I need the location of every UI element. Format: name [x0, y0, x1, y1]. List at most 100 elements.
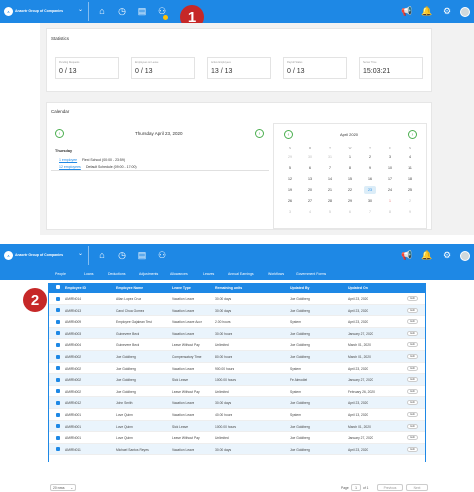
calendar-day[interactable]: 17: [384, 175, 396, 183]
avatar[interactable]: [460, 251, 470, 261]
calendar-day[interactable]: 6: [344, 208, 356, 216]
rows-per-page-select[interactable]: 20 rows ⌄: [50, 484, 76, 491]
tab-workflows[interactable]: Workflows: [268, 272, 284, 276]
calendar-day[interactable]: 2: [364, 153, 376, 161]
megaphone-icon[interactable]: 📢: [401, 250, 413, 261]
calendar-day[interactable]: 16: [364, 175, 376, 183]
next-button[interactable]: Next: [406, 484, 428, 491]
document-icon[interactable]: ▤: [136, 250, 148, 261]
tab-loans[interactable]: Loans: [84, 272, 94, 276]
calendar-day[interactable]: 11: [404, 164, 416, 172]
col-leave-type[interactable]: Leave Type: [172, 286, 191, 290]
col-updated-by[interactable]: Updated By: [290, 286, 309, 290]
calendar-day[interactable]: 1: [344, 153, 356, 161]
calendar-day[interactable]: 23: [364, 186, 376, 194]
calendar-day[interactable]: 8: [344, 164, 356, 172]
people-icon[interactable]: ⚇: [156, 250, 168, 261]
gear-icon[interactable]: ⚙: [441, 6, 453, 17]
megaphone-icon[interactable]: 📢: [401, 6, 413, 17]
tab-annual-earnings[interactable]: Annual Earnings: [228, 272, 254, 276]
calendar-day[interactable]: 8: [384, 208, 396, 216]
document-icon[interactable]: ▤: [136, 6, 148, 17]
table-row[interactable]: AMIRN013 Carol Chua Gomez Vacation Leave 30…: [48, 304, 426, 317]
edit-button[interactable]: Edit: [407, 435, 418, 441]
calendar-day[interactable]: 12: [284, 175, 296, 183]
clock-icon[interactable]: ◷: [116, 6, 128, 17]
row-checkbox[interactable]: [56, 389, 60, 394]
calendar-day[interactable]: 3: [384, 153, 396, 161]
schedule-link[interactable]: 12 employees: [59, 165, 81, 169]
edit-button[interactable]: Edit: [407, 307, 418, 313]
calendar-day[interactable]: 22: [344, 186, 356, 194]
edit-button[interactable]: Edit: [407, 296, 418, 301]
col-employee-name[interactable]: Employee Name: [116, 286, 143, 290]
edit-button[interactable]: Edit: [407, 319, 418, 325]
bell-icon[interactable]: 🔔: [421, 250, 433, 261]
avatar[interactable]: [460, 7, 470, 17]
tab-adjustments[interactable]: Adjustments: [139, 272, 158, 276]
table-row[interactable]: AMIRN001 Love Quinn Leave Without Pay Unlim…: [48, 432, 426, 444]
previous-button[interactable]: Previous: [377, 484, 403, 491]
row-checkbox[interactable]: [56, 342, 60, 347]
calendar-day[interactable]: 9: [404, 208, 416, 216]
edit-button[interactable]: Edit: [407, 354, 418, 359]
schedule-link[interactable]: 1 employee: [59, 158, 77, 162]
calendar-day[interactable]: 18: [404, 175, 416, 183]
table-row[interactable]: AMIRN001 Love Quinn Vacation Leave 40.00 ho…: [48, 409, 426, 421]
tab-government-forms[interactable]: Government Forms: [296, 272, 326, 276]
table-row[interactable]: AMIRN004 Guinevere Beck Leave Without Pay U…: [48, 339, 426, 351]
gear-icon[interactable]: ⚙: [441, 250, 453, 261]
calendar-day[interactable]: 14: [324, 175, 336, 183]
tab-deductions[interactable]: Deductions: [108, 272, 126, 276]
row-checkbox[interactable]: [56, 308, 60, 313]
next-month-button[interactable]: ›: [408, 130, 417, 139]
calendar-day[interactable]: 29: [284, 153, 296, 161]
calendar-day[interactable]: 4: [304, 208, 316, 216]
row-checkbox[interactable]: [56, 331, 60, 336]
calendar-day[interactable]: 7: [364, 208, 376, 216]
calendar-day[interactable]: 2: [404, 197, 416, 205]
table-row[interactable]: AMIRN002 Joe Goldberg Leave Without Pay Unl…: [48, 386, 426, 398]
col-updated-on[interactable]: Updated On: [348, 286, 368, 290]
table-row[interactable]: AMIRN002 Joe Goldberg Vacation Leave 900.00…: [48, 363, 426, 375]
prev-month-button[interactable]: ‹: [284, 130, 293, 139]
row-checkbox[interactable]: [56, 400, 60, 405]
chevron-down-icon[interactable]: ⌄: [78, 7, 83, 13]
edit-button[interactable]: Edit: [407, 365, 418, 371]
home-icon[interactable]: ⌂: [96, 250, 108, 261]
row-checkbox[interactable]: [56, 296, 60, 301]
calendar-day[interactable]: 19: [284, 186, 296, 194]
calendar-day[interactable]: 28: [324, 197, 336, 205]
row-checkbox[interactable]: [56, 447, 60, 452]
tab-people[interactable]: People: [55, 272, 66, 276]
col-employee-id[interactable]: Employee ID: [65, 286, 86, 290]
row-checkbox[interactable]: [56, 319, 60, 324]
table-row[interactable]: AMIRN001 Love Quinn Sick Leave 1000.00 hour…: [48, 420, 426, 433]
calendar-day[interactable]: 6: [304, 164, 316, 172]
edit-button[interactable]: Edit: [407, 423, 418, 429]
chevron-down-icon[interactable]: ⌄: [78, 251, 83, 257]
row-checkbox[interactable]: [56, 435, 60, 440]
calendar-day[interactable]: 5: [324, 208, 336, 216]
edit-button[interactable]: Edit: [407, 412, 418, 417]
calendar-day[interactable]: 21: [324, 186, 336, 194]
tab-allowances[interactable]: Allowances: [170, 272, 188, 276]
next-day-button[interactable]: ›: [255, 129, 264, 138]
calendar-day[interactable]: 30: [364, 197, 376, 205]
table-row[interactable]: AMIRN009 Employee Gajalean Test Vacation L…: [48, 316, 426, 328]
page-number-input[interactable]: 1: [351, 484, 361, 491]
calendar-day[interactable]: 27: [304, 197, 316, 205]
row-checkbox[interactable]: [56, 424, 60, 429]
calendar-day[interactable]: 26: [284, 197, 296, 205]
row-checkbox[interactable]: [56, 377, 60, 382]
calendar-day[interactable]: 13: [304, 175, 316, 183]
select-all-checkbox[interactable]: [56, 285, 60, 289]
calendar-day[interactable]: 1: [384, 197, 396, 205]
calendar-day[interactable]: 20: [304, 186, 316, 194]
calendar-day[interactable]: 3: [284, 208, 296, 216]
calendar-day[interactable]: 31: [324, 153, 336, 161]
row-checkbox[interactable]: [56, 412, 60, 417]
calendar-day[interactable]: 5: [284, 164, 296, 172]
col-remaining-units[interactable]: Remaining units: [215, 286, 242, 290]
edit-button[interactable]: Edit: [407, 330, 418, 336]
